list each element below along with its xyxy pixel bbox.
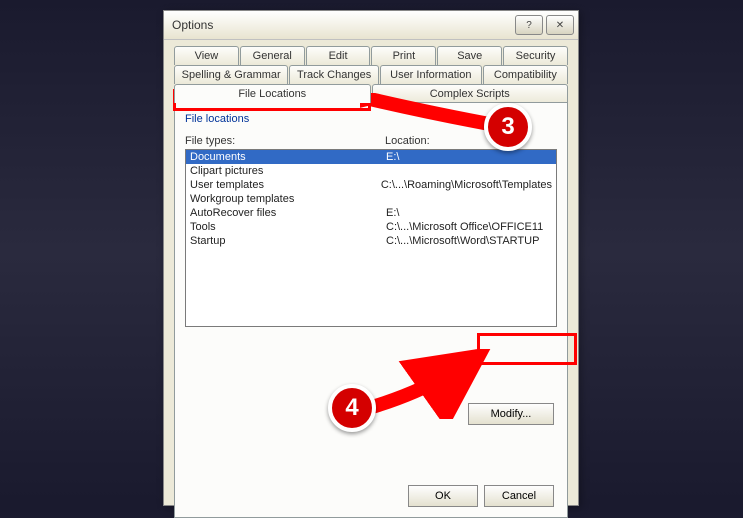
list-item[interactable]: StartupC:\...\Microsoft\Word\STARTUP	[186, 234, 556, 248]
tab-view[interactable]: View	[174, 46, 239, 65]
list-item-location: C:\...\Microsoft\Word\STARTUP	[386, 235, 552, 247]
list-item-type: Tools	[190, 221, 386, 233]
col-header-file-types: File types:	[185, 135, 385, 147]
tab-spelling-grammar[interactable]: Spelling & Grammar	[174, 65, 288, 84]
annotation-badge-4: 4	[328, 384, 376, 432]
tab-panel-file-locations: File locations File types: Location: Doc…	[174, 102, 568, 518]
list-item[interactable]: Clipart pictures	[186, 164, 556, 178]
list-item-location	[386, 193, 552, 205]
list-item[interactable]: AutoRecover filesE:\	[186, 206, 556, 220]
list-item-type: User templates	[190, 179, 381, 191]
tab-general[interactable]: General	[240, 46, 305, 65]
tab-row-1: View General Edit Print Save Security	[174, 46, 568, 65]
tab-security[interactable]: Security	[503, 46, 568, 65]
titlebar-buttons: ? ✕	[515, 15, 574, 35]
list-item-type: Startup	[190, 235, 386, 247]
help-button[interactable]: ?	[515, 15, 543, 35]
dialog-title: Options	[172, 18, 515, 32]
list-item-location	[386, 165, 552, 177]
tab-file-locations[interactable]: File Locations	[174, 84, 371, 103]
list-item-location: C:\...\Roaming\Microsoft\Templates	[381, 179, 552, 191]
close-button[interactable]: ✕	[546, 15, 574, 35]
list-item[interactable]: DocumentsE:\	[186, 150, 556, 164]
list-item-type: Clipart pictures	[190, 165, 386, 177]
tab-compatibility[interactable]: Compatibility	[483, 65, 568, 84]
options-dialog: Options ? ✕ View General Edit Print Save…	[163, 10, 579, 506]
list-item[interactable]: ToolsC:\...\Microsoft Office\OFFICE11	[186, 220, 556, 234]
annotation-badge-4-text: 4	[345, 394, 358, 422]
col-header-location: Location:	[385, 135, 557, 147]
tab-print[interactable]: Print	[371, 46, 436, 65]
tab-edit[interactable]: Edit	[306, 46, 371, 65]
annotation-badge-3-text: 3	[501, 113, 514, 141]
list-item-location: E:\	[386, 151, 552, 163]
list-item-type: Workgroup templates	[190, 193, 386, 205]
tab-row-2: Spelling & Grammar Track Changes User In…	[174, 65, 568, 84]
list-item-type: AutoRecover files	[190, 207, 386, 219]
annotation-badge-3: 3	[484, 103, 532, 151]
tabs-area: View General Edit Print Save Security Sp…	[164, 40, 578, 103]
list-item-location: E:\	[386, 207, 552, 219]
file-locations-listbox[interactable]: DocumentsE:\Clipart picturesUser templat…	[185, 149, 557, 327]
titlebar: Options ? ✕	[164, 11, 578, 40]
list-item[interactable]: User templatesC:\...\Roaming\Microsoft\T…	[186, 178, 556, 192]
list-item-location: C:\...\Microsoft Office\OFFICE11	[386, 221, 552, 233]
list-item[interactable]: Workgroup templates	[186, 192, 556, 206]
tab-track-changes[interactable]: Track Changes	[289, 65, 378, 84]
tab-complex-scripts[interactable]: Complex Scripts	[372, 84, 569, 103]
tab-user-information[interactable]: User Information	[380, 65, 482, 84]
modify-button[interactable]: Modify...	[468, 403, 554, 425]
tab-row-3: File Locations Complex Scripts	[174, 84, 568, 103]
list-item-type: Documents	[190, 151, 386, 163]
tab-save[interactable]: Save	[437, 46, 502, 65]
